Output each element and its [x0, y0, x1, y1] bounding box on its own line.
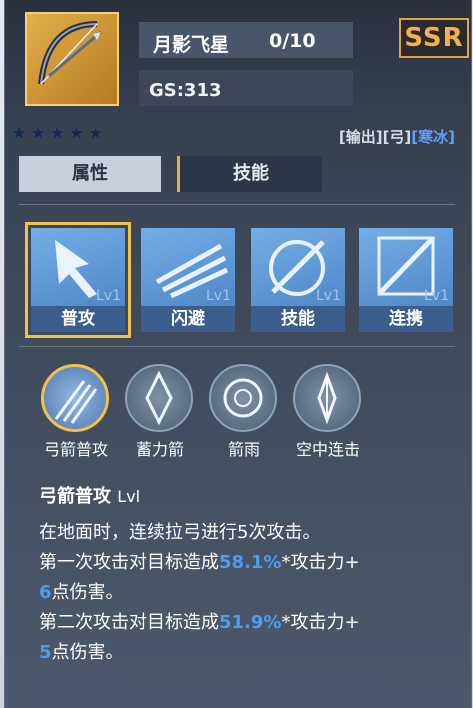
skill-combo[interactable]: Lv1 连携 [359, 228, 453, 332]
skill-description: 在地面时，连续拉弓进行5次攻击。 第一次攻击对目标造成58.1%*攻击力+ 6点… [39, 518, 459, 668]
desc-line: 5点伤害。 [39, 642, 124, 663]
bow-icon [25, 12, 119, 106]
tab-attributes[interactable]: 属性 [19, 156, 161, 192]
star-icon: ★ [11, 123, 28, 144]
subskill-charged-arrow[interactable]: 蓄力箭 [119, 358, 201, 462]
skill-dodge[interactable]: Lv1 闪避 [141, 228, 235, 332]
star-icon: ★ [68, 123, 85, 144]
skill-level: Lv1 [96, 288, 121, 304]
subskill-label: 空中连击 [295, 440, 360, 459]
arrows-icon [41, 364, 109, 432]
tab-skills[interactable]: 技能 [177, 156, 322, 192]
skill-level: Lv1 [206, 288, 231, 304]
star-icon: ★ [30, 123, 47, 144]
gear-score-row: GS:313 [139, 70, 353, 106]
charged-arrow-icon [125, 364, 193, 432]
skill-level: Lv1 [316, 288, 341, 304]
gear-score: GS:313 [149, 80, 222, 101]
rarity-badge: SSR [399, 18, 469, 58]
star-rating: ★ ★ ★ ★ ★ [11, 124, 104, 144]
weapon-detail-panel: 月影飞星 0/10 GS:313 SSR ★ ★ ★ ★ ★ [输出][弓][寒… [4, 0, 472, 708]
item-tags: [输出][弓][寒冰] [339, 126, 455, 147]
skill-label: 技能 [251, 306, 345, 332]
skill-label: 闪避 [141, 306, 235, 332]
desc-skill-level: Lvl [117, 487, 141, 506]
skill-ability[interactable]: Lv1 技能 [251, 228, 345, 332]
desc-skill-name: 弓箭普攻 [39, 486, 111, 507]
item-header: 月影飞星 0/10 GS:313 SSR [5, 0, 471, 118]
air-combo-icon [293, 364, 361, 432]
divider [19, 204, 455, 205]
star-icon: ★ [87, 123, 104, 144]
detail-tabs: 属性 技能 [19, 156, 327, 194]
item-name-row: 月影飞星 0/10 [139, 22, 353, 58]
skill-description-title: 弓箭普攻 Lvl [39, 482, 140, 508]
star-icon: ★ [49, 123, 66, 144]
subskill-arrow-rain[interactable]: 箭雨 [203, 358, 285, 462]
tag-role: [输出] [338, 128, 383, 146]
desc-line: 6点伤害。 [39, 582, 124, 603]
desc-line: 在地面时，连续拉弓进行5次攻击。 [39, 522, 321, 543]
item-count: 0/10 [269, 30, 316, 52]
skill-label: 普攻 [31, 306, 125, 332]
tag-weapon: [弓] [382, 128, 412, 146]
skill-level: Lv1 [424, 288, 449, 304]
arrow-rain-icon [209, 364, 277, 432]
skill-label: 连携 [359, 306, 453, 332]
divider [19, 346, 455, 347]
item-name: 月影飞星 [153, 34, 230, 56]
subskill-bow-attack[interactable]: 弓箭普攻 [35, 358, 117, 462]
desc-line: 第一次攻击对目标造成58.1%*攻击力+ [39, 552, 360, 573]
subskill-air-combo[interactable]: 空中连击 [287, 358, 369, 462]
desc-line: 第二次攻击对目标造成51.9%*攻击力+ [39, 612, 360, 633]
skill-normal-attack[interactable]: Lv1 普攻 [25, 222, 131, 338]
tag-element: [寒冰] [411, 128, 455, 146]
